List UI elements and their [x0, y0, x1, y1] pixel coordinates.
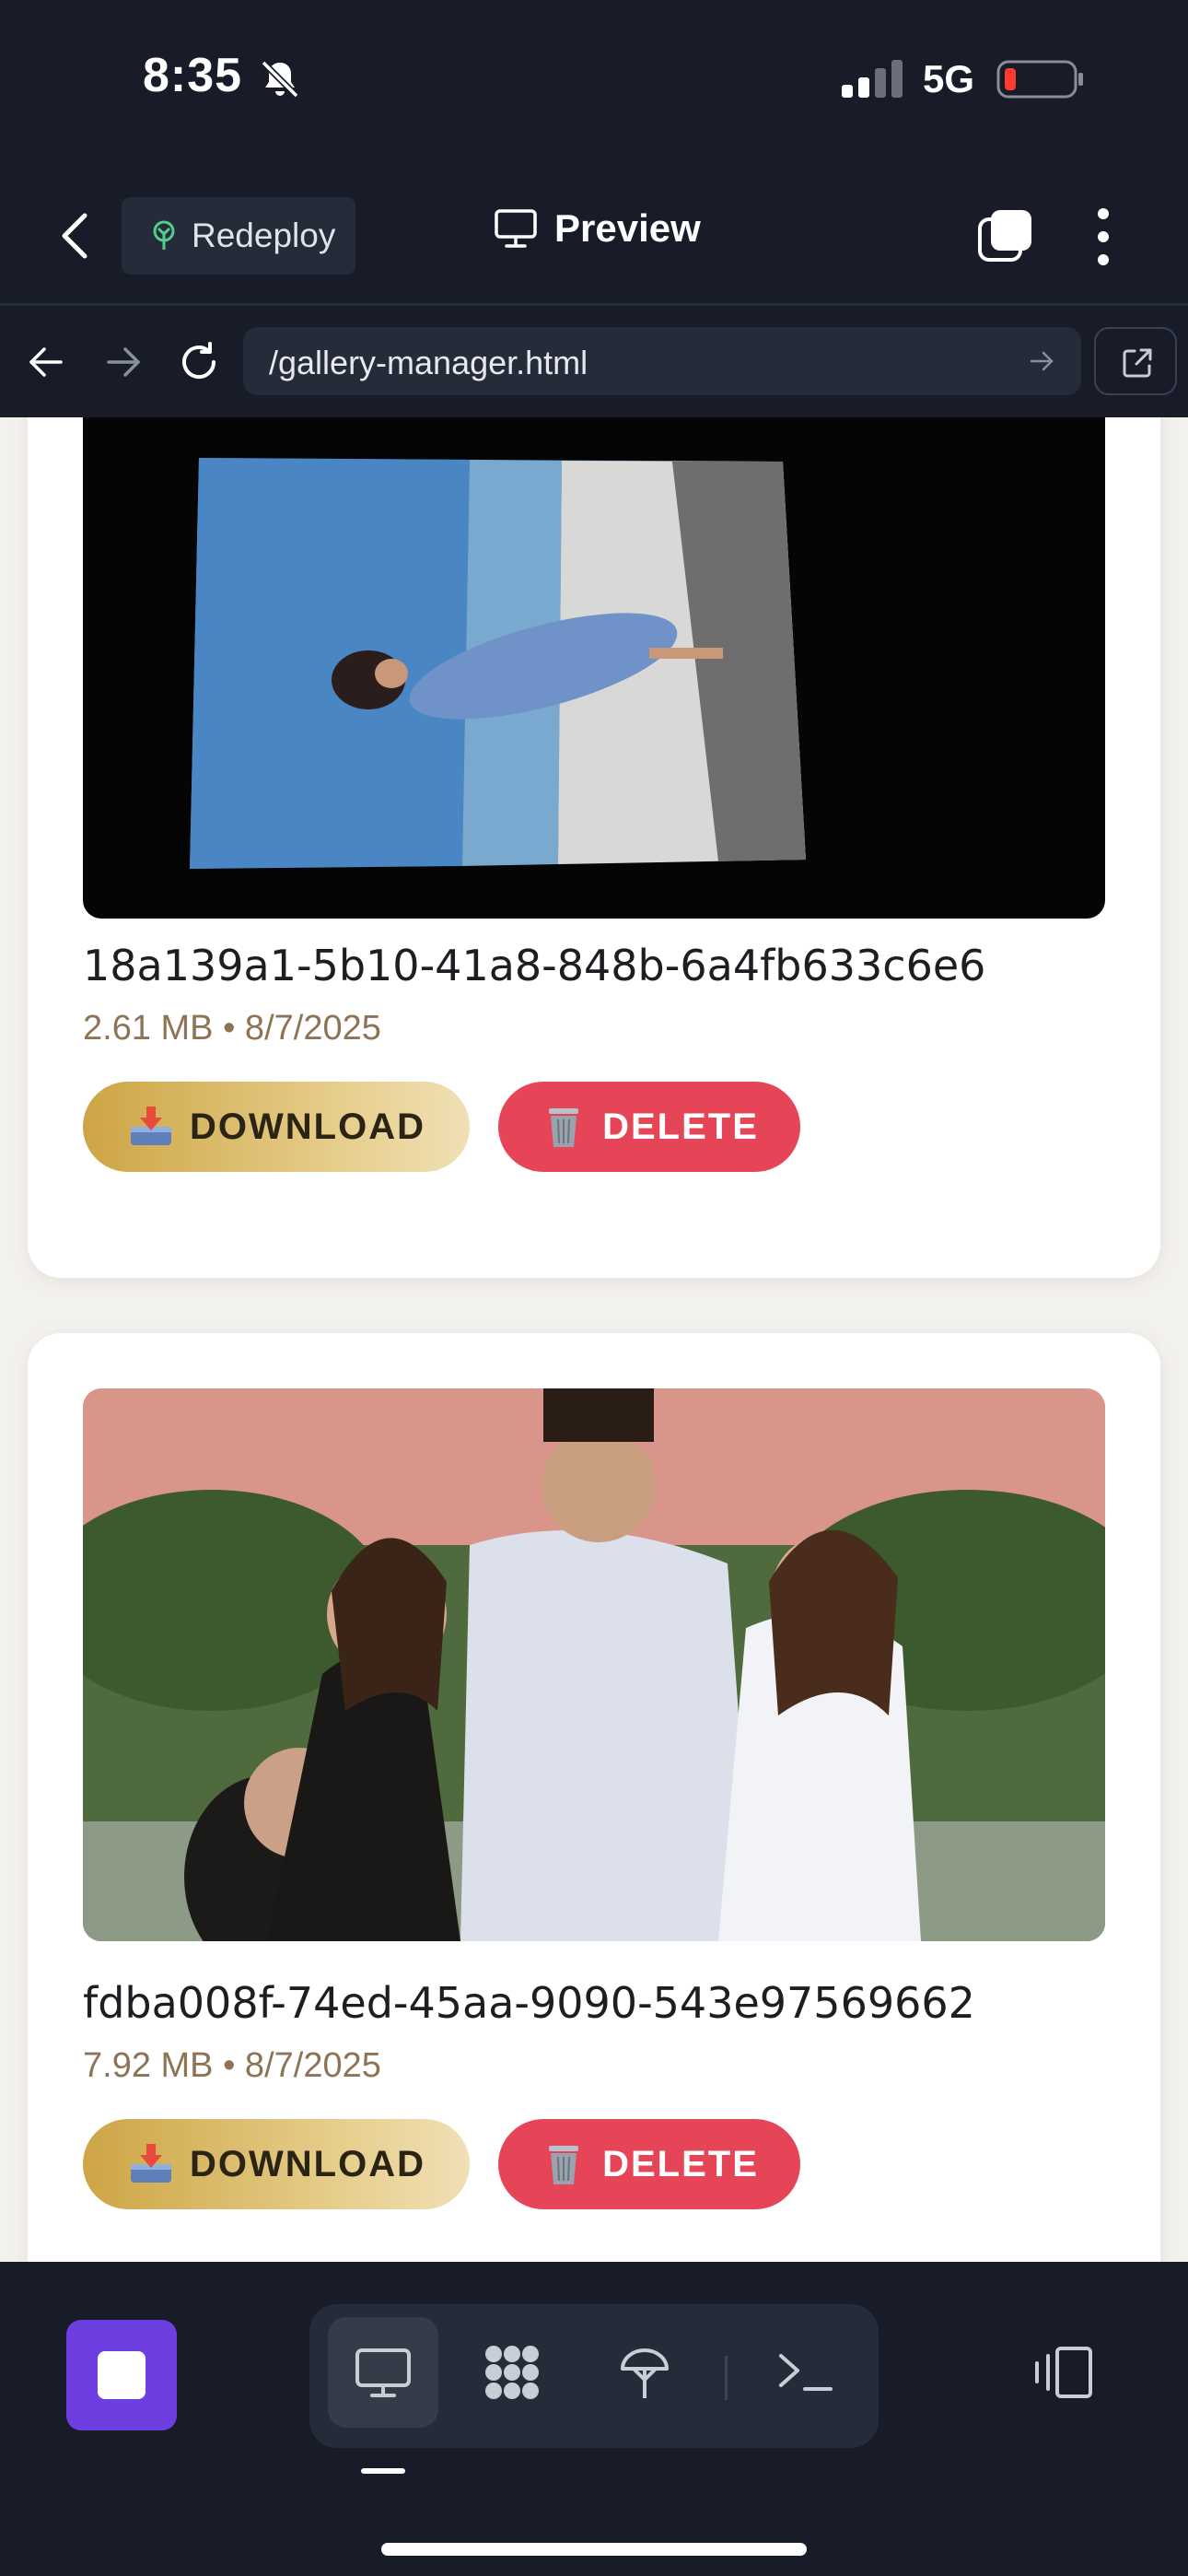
deploy-tab[interactable]: [589, 2317, 700, 2428]
inbox-tray-icon: [131, 1107, 172, 1145]
bottom-toolbar: [0, 2262, 1188, 2576]
arrow-left-icon[interactable]: [26, 344, 66, 381]
terminal-icon: [779, 2354, 833, 2391]
tabs-icon[interactable]: [976, 206, 1035, 265]
go-arrow-icon[interactable]: [1028, 347, 1055, 375]
back-chevron-icon[interactable]: [57, 210, 94, 262]
battery-low-icon: [996, 60, 1083, 99]
stop-button[interactable]: [66, 2320, 177, 2430]
gallery-card: fdba008f-74ed-45aa-9090-543e97569662 7.9…: [28, 1333, 1160, 2262]
active-tab-indicator: [361, 2468, 405, 2474]
tool-group: [309, 2304, 879, 2448]
file-name: 18a139a1-5b10-41a8-848b-6a4fb633c6e6: [83, 941, 986, 990]
delete-label: DELETE: [602, 1106, 759, 1147]
delete-button[interactable]: DELETE: [498, 2119, 800, 2209]
download-label: DOWNLOAD: [190, 2143, 425, 2184]
download-button[interactable]: DOWNLOAD: [83, 2119, 470, 2209]
gallery-content[interactable]: 18a139a1-5b10-41a8-848b-6a4fb633c6e6 2.6…: [0, 417, 1188, 2262]
url-text: /gallery-manager.html: [269, 344, 588, 381]
arrow-right-icon[interactable]: [103, 344, 144, 381]
redeploy-button[interactable]: Redeploy: [122, 197, 355, 275]
preview-label: Preview: [554, 206, 701, 250]
download-button[interactable]: DOWNLOAD: [83, 1082, 470, 1172]
deploy-icon: [621, 2348, 669, 2398]
cellular-signal-icon: [842, 60, 903, 98]
browser-toolbar: /gallery-manager.html: [0, 309, 1188, 417]
grid-icon: [485, 2346, 539, 2399]
terminal-tab[interactable]: [750, 2317, 860, 2428]
desktop-preview-tab[interactable]: [328, 2317, 438, 2428]
trash-icon: [549, 1108, 579, 1147]
delete-button[interactable]: DELETE: [498, 1082, 800, 1172]
file-name: fdba008f-74ed-45aa-9090-543e97569662: [83, 1978, 975, 2028]
reload-icon[interactable]: [177, 340, 221, 384]
gallery-card: 18a139a1-5b10-41a8-848b-6a4fb633c6e6 2.6…: [28, 417, 1160, 1278]
gallery-image: [83, 417, 1105, 919]
inbox-tray-icon: [131, 2144, 172, 2183]
home-indicator[interactable]: [381, 2543, 807, 2556]
open-external-button[interactable]: [1094, 327, 1177, 395]
stop-icon: [98, 2351, 146, 2399]
download-label: DOWNLOAD: [190, 1106, 425, 1147]
preview-title[interactable]: Preview: [494, 206, 701, 251]
file-meta: 7.92 MB • 8/7/2025: [83, 2046, 381, 2085]
network-type: 5G: [923, 57, 975, 100]
redeploy-label: Redeploy: [192, 217, 336, 254]
delete-label: DELETE: [602, 2143, 759, 2184]
deploy-tree-icon: [153, 220, 175, 250]
app-header: Redeploy Preview: [0, 166, 1188, 306]
file-meta: 2.61 MB • 8/7/2025: [83, 1009, 381, 1048]
trash-icon: [549, 2146, 579, 2184]
status-time: 8:35: [143, 49, 243, 102]
device-toggle-icon[interactable]: [1030, 2343, 1096, 2402]
monitor-icon: [495, 209, 537, 248]
url-input[interactable]: /gallery-manager.html: [243, 327, 1081, 395]
more-options-icon[interactable]: [1092, 205, 1114, 269]
external-link-icon: [1123, 348, 1152, 378]
grid-tab[interactable]: [457, 2317, 567, 2428]
tool-divider: [725, 2356, 728, 2400]
bell-muted-icon: [261, 60, 299, 99]
desktop-icon: [355, 2348, 411, 2397]
status-bar: 8:35 5G: [0, 0, 1188, 166]
gallery-image: [83, 1388, 1105, 1941]
